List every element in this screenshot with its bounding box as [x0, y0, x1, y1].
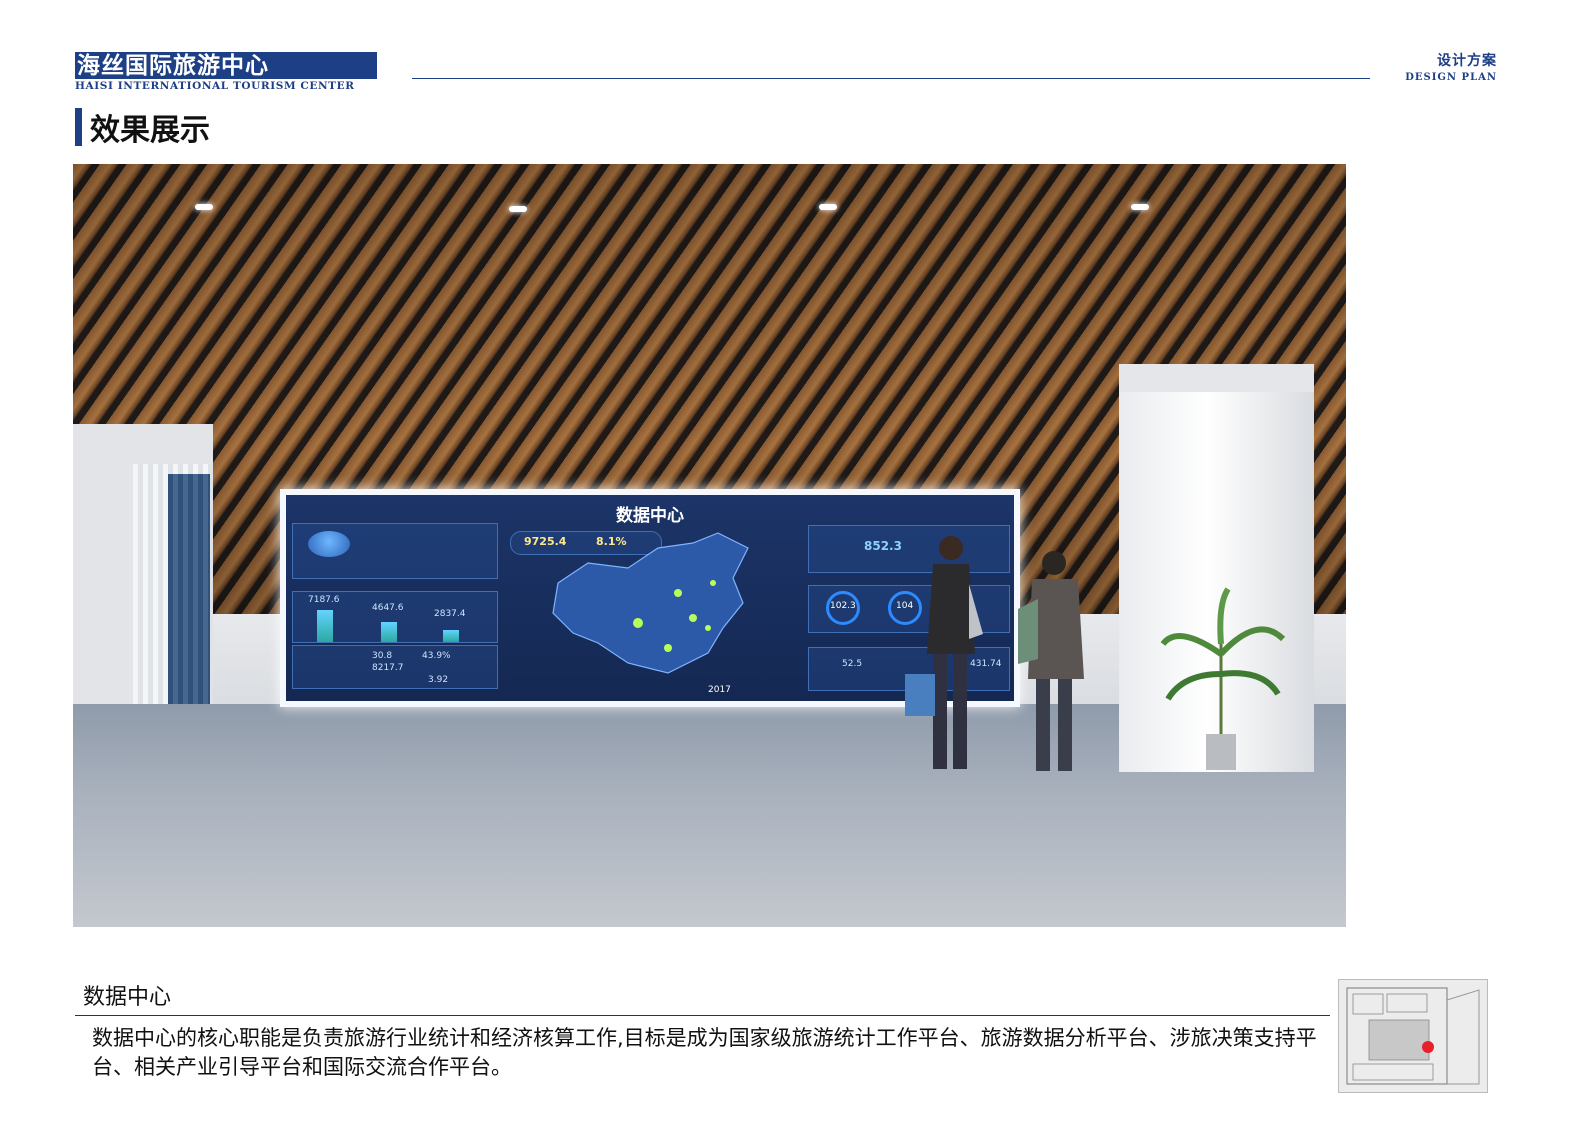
screen-value: 102.3: [830, 601, 856, 611]
visitor-figure: [1018, 551, 1084, 771]
potted-plant: [1160, 587, 1286, 770]
bar-graphic: [381, 622, 397, 642]
location-marker: [1422, 1041, 1434, 1053]
visitor-figure: [905, 536, 983, 769]
ceiling-light: [819, 204, 837, 210]
header-divider: [412, 78, 1370, 79]
blue-curtain: [168, 474, 210, 724]
screen-value: 2837.4: [434, 609, 466, 619]
doc-type-label: 设计方案 DESIGN PLAN: [1405, 50, 1497, 83]
ceiling-light: [195, 204, 213, 210]
screen-value: 852.3: [864, 539, 902, 553]
screen-value: 4647.6: [372, 603, 404, 613]
year-label: 2017: [708, 685, 731, 695]
brand-logo: 海丝国际旅游中心 HAISI INTERNATIONAL TOURISM CEN…: [75, 52, 377, 92]
ceiling-light: [1131, 204, 1149, 210]
caption-divider: [75, 1015, 1330, 1016]
screen-value: 8217.7: [372, 663, 404, 673]
doc-type-en: DESIGN PLAN: [1405, 72, 1497, 83]
caption-title: 数据中心: [83, 985, 172, 1010]
screen-value: 30.8: [372, 651, 393, 661]
china-map-graphic: [552, 532, 749, 674]
pie-chart-graphic: [308, 531, 350, 557]
brand-name-en: HAISI INTERNATIONAL TOURISM CENTER: [75, 80, 355, 92]
interior-rendering: 数据中心 7187.6 4647.6 2837.4 30.8 43.9% 821…: [73, 164, 1346, 927]
brand-name-cn: 海丝国际旅游中心: [75, 52, 377, 79]
caption-text: 数据中心的核心职能是负责旅游行业统计和经济核算工作,目标是成为国家级旅游统计工作…: [92, 1026, 1317, 1079]
screen-value: 3.92: [428, 675, 449, 685]
bar-graphic: [317, 610, 333, 642]
ceiling-light: [509, 206, 527, 212]
screen-value: 7187.6: [308, 595, 340, 605]
floor-plan-graphic: [1339, 980, 1487, 1092]
location-floor-plan: [1338, 979, 1488, 1093]
doc-type-cn: 设计方案: [1437, 53, 1497, 69]
screen-value: 43.9%: [422, 651, 451, 661]
section-marker: [75, 108, 82, 146]
screen-value: 52.5: [842, 659, 863, 669]
bar-graphic: [443, 630, 459, 642]
section-title: 效果展示: [90, 113, 210, 148]
